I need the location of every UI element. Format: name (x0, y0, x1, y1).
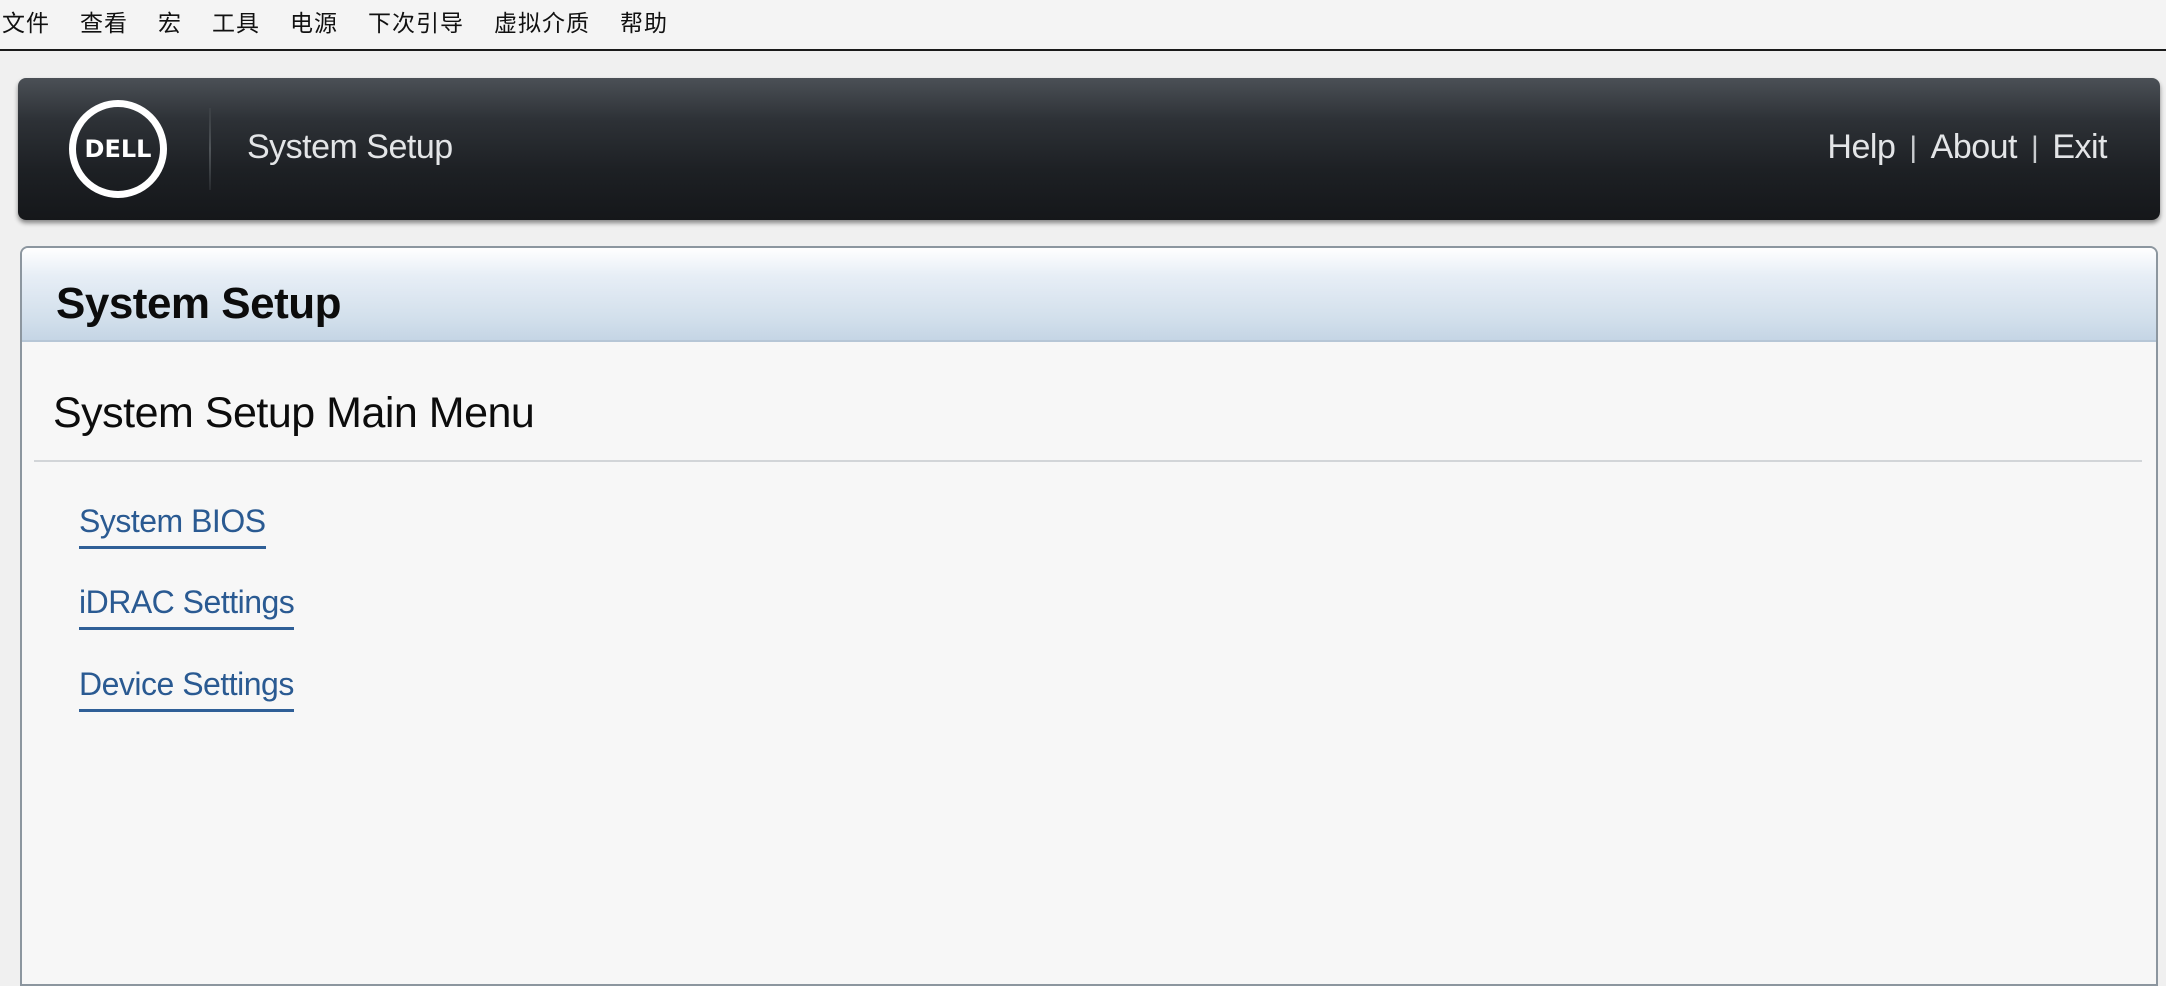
dell-header-bar: DELL System Setup Help | About | Exit (18, 78, 2160, 220)
main-panel: System Setup System Setup Main Menu Syst… (20, 246, 2158, 986)
header-title: System Setup (247, 128, 453, 166)
about-link[interactable]: About (1931, 128, 2018, 167)
menu-macro[interactable]: 宏 (158, 13, 182, 36)
menu-virtual-media[interactable]: 虚拟介质 (494, 13, 590, 36)
system-bios-link[interactable]: System BIOS (79, 503, 266, 549)
exit-link[interactable]: Exit (2052, 128, 2107, 167)
section-divider (34, 460, 2142, 462)
menu-view[interactable]: 查看 (80, 13, 128, 36)
window-menubar: 文件 查看 宏 工具 电源 下次引导 虚拟介质 帮助 (0, 0, 2166, 51)
menu-next-boot[interactable]: 下次引导 (368, 13, 464, 36)
idrac-settings-link[interactable]: iDRAC Settings (79, 584, 295, 630)
panel-header: System Setup (22, 248, 2156, 342)
page-title: System Setup (56, 279, 341, 328)
header-links: Help | About | Exit (1827, 128, 2107, 167)
device-settings-link[interactable]: Device Settings (79, 666, 294, 712)
link-separator: | (2031, 130, 2039, 164)
menu-power[interactable]: 电源 (290, 13, 338, 36)
menu-file[interactable]: 文件 (2, 13, 50, 36)
dell-logo-text: DELL (84, 135, 152, 163)
menu-tools[interactable]: 工具 (212, 13, 260, 36)
section-title: System Setup Main Menu (53, 389, 535, 437)
link-separator: | (1909, 130, 1917, 164)
header-divider (209, 108, 211, 190)
menu-help[interactable]: 帮助 (620, 13, 668, 36)
help-link[interactable]: Help (1827, 128, 1895, 167)
dell-logo: DELL (69, 100, 167, 198)
